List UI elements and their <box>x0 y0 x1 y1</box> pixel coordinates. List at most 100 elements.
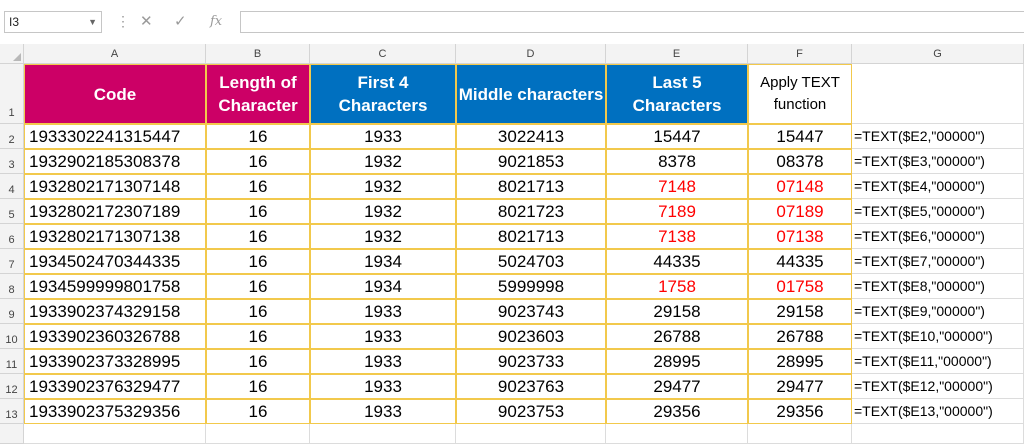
select-all-corner[interactable] <box>0 44 24 64</box>
cell-length[interactable]: 16 <box>206 349 310 374</box>
cell-last-5[interactable]: 28995 <box>606 349 748 374</box>
cell-middle[interactable]: 8021713 <box>456 224 606 249</box>
cell-formula-text[interactable]: =TEXT($E13,"00000") <box>852 399 1024 424</box>
cell-first-4[interactable]: 1932 <box>310 199 456 224</box>
cell-code[interactable]: 1934599999801758 <box>24 274 206 299</box>
row-header-10[interactable]: 10 <box>0 324 24 349</box>
cell-formula-text[interactable]: =TEXT($E6,"00000") <box>852 224 1024 249</box>
row-header-4[interactable]: 4 <box>0 174 24 199</box>
cell-formula-text[interactable]: =TEXT($E11,"00000") <box>852 349 1024 374</box>
formula-input[interactable] <box>240 11 1024 33</box>
column-header-f[interactable]: F <box>748 44 852 64</box>
cell-code[interactable]: 1932802171307138 <box>24 224 206 249</box>
column-header-b[interactable]: B <box>206 44 310 64</box>
cell-code[interactable]: 1933902375329356 <box>24 399 206 424</box>
cell-text-result[interactable]: 08378 <box>748 149 852 174</box>
name-box[interactable]: I3 ▼ <box>4 11 102 33</box>
cell-length[interactable]: 16 <box>206 324 310 349</box>
cell-formula-text[interactable]: =TEXT($E8,"00000") <box>852 274 1024 299</box>
cell-middle[interactable]: 9023743 <box>456 299 606 324</box>
cell-last-5[interactable]: 26788 <box>606 324 748 349</box>
cell-formula-text[interactable]: =TEXT($E2,"00000") <box>852 124 1024 149</box>
column-header-e[interactable]: E <box>606 44 748 64</box>
row-header-11[interactable]: 11 <box>0 349 24 374</box>
cell-last-5[interactable]: 29356 <box>606 399 748 424</box>
row-header-14[interactable] <box>0 424 24 444</box>
cell-formula-text[interactable]: =TEXT($E10,"00000") <box>852 324 1024 349</box>
empty-cell[interactable] <box>456 424 606 444</box>
cell-first-4[interactable]: 1933 <box>310 399 456 424</box>
cell-length[interactable]: 16 <box>206 124 310 149</box>
cell-length[interactable]: 16 <box>206 299 310 324</box>
cell-first-4[interactable]: 1933 <box>310 324 456 349</box>
cell-first-4[interactable]: 1932 <box>310 149 456 174</box>
row-header-7[interactable]: 7 <box>0 249 24 274</box>
check-icon[interactable]: ✓ <box>174 11 187 33</box>
column-header-g[interactable]: G <box>852 44 1024 64</box>
cell-text-result[interactable]: 07138 <box>748 224 852 249</box>
cell-middle[interactable]: 8021713 <box>456 174 606 199</box>
empty-cell[interactable] <box>24 424 206 444</box>
empty-cell[interactable] <box>748 424 852 444</box>
cell-length[interactable]: 16 <box>206 224 310 249</box>
cell-last-5[interactable]: 29158 <box>606 299 748 324</box>
row-header-1[interactable]: 1 <box>0 64 24 124</box>
cell-g1[interactable] <box>852 64 1024 124</box>
cell-code[interactable]: 1932902185308378 <box>24 149 206 174</box>
cell-middle[interactable]: 5999998 <box>456 274 606 299</box>
header-length[interactable]: Length of Character <box>206 64 310 124</box>
cell-formula-text[interactable]: =TEXT($E9,"00000") <box>852 299 1024 324</box>
cell-length[interactable]: 16 <box>206 174 310 199</box>
cell-middle[interactable]: 9021853 <box>456 149 606 174</box>
cell-first-4[interactable]: 1934 <box>310 249 456 274</box>
cell-length[interactable]: 16 <box>206 249 310 274</box>
row-header-3[interactable]: 3 <box>0 149 24 174</box>
header-last-5[interactable]: Last 5 Characters <box>606 64 748 124</box>
cell-first-4[interactable]: 1933 <box>310 349 456 374</box>
cell-text-result[interactable]: 26788 <box>748 324 852 349</box>
cell-code[interactable]: 1933902374329158 <box>24 299 206 324</box>
cell-formula-text[interactable]: =TEXT($E5,"00000") <box>852 199 1024 224</box>
cell-last-5[interactable]: 1758 <box>606 274 748 299</box>
cell-text-result[interactable]: 01758 <box>748 274 852 299</box>
cell-last-5[interactable]: 7148 <box>606 174 748 199</box>
cell-text-result[interactable]: 07148 <box>748 174 852 199</box>
cell-text-result[interactable]: 44335 <box>748 249 852 274</box>
header-code[interactable]: Code <box>24 64 206 124</box>
cell-last-5[interactable]: 15447 <box>606 124 748 149</box>
cell-formula-text[interactable]: =TEXT($E12,"00000") <box>852 374 1024 399</box>
cell-length[interactable]: 16 <box>206 399 310 424</box>
cell-first-4[interactable]: 1933 <box>310 299 456 324</box>
row-header-9[interactable]: 9 <box>0 299 24 324</box>
cancel-icon[interactable]: ✕ <box>140 11 153 33</box>
cell-code[interactable]: 1933302241315447 <box>24 124 206 149</box>
column-header-a[interactable]: A <box>24 44 206 64</box>
column-header-d[interactable]: D <box>456 44 606 64</box>
cell-last-5[interactable]: 7138 <box>606 224 748 249</box>
row-header-6[interactable]: 6 <box>0 224 24 249</box>
cell-middle[interactable]: 5024703 <box>456 249 606 274</box>
header-middle[interactable]: Middle characters <box>456 64 606 124</box>
row-header-2[interactable]: 2 <box>0 124 24 149</box>
cell-middle[interactable]: 9023733 <box>456 349 606 374</box>
cell-text-result[interactable]: 07189 <box>748 199 852 224</box>
cell-length[interactable]: 16 <box>206 149 310 174</box>
row-header-5[interactable]: 5 <box>0 199 24 224</box>
function-icon[interactable]: fx <box>210 11 222 33</box>
cell-length[interactable]: 16 <box>206 374 310 399</box>
cell-first-4[interactable]: 1934 <box>310 274 456 299</box>
cell-first-4[interactable]: 1932 <box>310 224 456 249</box>
empty-cell[interactable] <box>852 424 1024 444</box>
empty-cell[interactable] <box>606 424 748 444</box>
cell-middle[interactable]: 9023603 <box>456 324 606 349</box>
cell-middle[interactable]: 8021723 <box>456 199 606 224</box>
cell-text-result[interactable]: 28995 <box>748 349 852 374</box>
chevron-down-icon[interactable]: ▼ <box>88 12 97 32</box>
cell-formula-text[interactable]: =TEXT($E7,"00000") <box>852 249 1024 274</box>
cell-first-4[interactable]: 1933 <box>310 124 456 149</box>
cell-code[interactable]: 1934502470344335 <box>24 249 206 274</box>
cell-code[interactable]: 1933902376329477 <box>24 374 206 399</box>
cell-text-result[interactable]: 29158 <box>748 299 852 324</box>
cell-last-5[interactable]: 44335 <box>606 249 748 274</box>
cell-code[interactable]: 1933902360326788 <box>24 324 206 349</box>
